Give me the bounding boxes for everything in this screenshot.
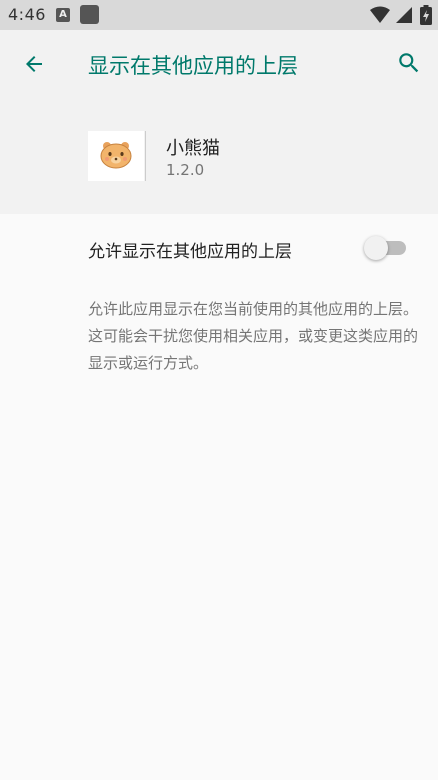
switch-thumb <box>364 236 388 260</box>
app-bar: 显示在其他应用的上层 <box>0 30 438 100</box>
overlay-permission-label: 允许显示在其他应用的上层 <box>88 242 292 262</box>
overlay-permission-switch[interactable] <box>364 236 406 260</box>
notification-a-icon: A <box>56 8 70 22</box>
back-button[interactable] <box>20 52 48 80</box>
signal-icon <box>396 6 412 28</box>
bear-face-icon <box>99 139 133 173</box>
notification-square-icon <box>80 5 99 24</box>
status-time: 4:46 <box>8 5 46 24</box>
wifi-icon <box>370 6 390 28</box>
page-title: 显示在其他应用的上层 <box>88 54 298 78</box>
battery-icon <box>420 5 432 29</box>
app-version: 1.2.0 <box>166 161 205 179</box>
back-arrow-icon <box>22 52 46 80</box>
permission-summary: 允许此应用显示在您当前使用的其他应用的上层。这可能会干扰您使用相关应用，或变更这… <box>88 300 419 372</box>
search-button[interactable] <box>394 50 424 80</box>
app-header: 小熊猫 1.2.0 <box>0 100 438 214</box>
app-icon <box>88 131 144 181</box>
app-name: 小熊猫 <box>166 138 220 159</box>
search-icon <box>396 50 422 80</box>
status-bar: 4:46 A <box>0 0 438 30</box>
app-divider <box>145 131 146 181</box>
overlay-permission-row[interactable]: 允许显示在其他应用的上层 <box>0 214 438 282</box>
